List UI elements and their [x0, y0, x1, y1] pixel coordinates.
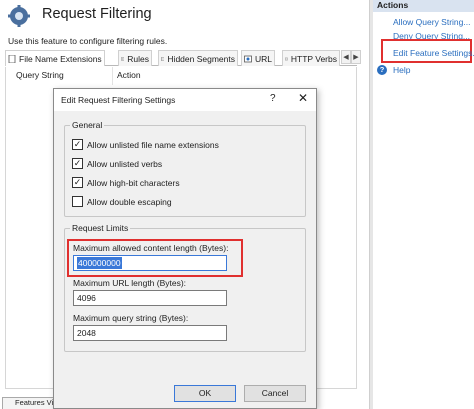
filtering-tabs: File Name Extensions Rules Hidden Segmen… [5, 50, 361, 66]
url-length-input[interactable] [73, 290, 227, 306]
option-label: Allow unlisted file name extensions [87, 139, 219, 150]
help-icon[interactable]: ? [270, 93, 276, 104]
tab-label: HTTP Verbs [290, 53, 337, 64]
cancel-button[interactable]: Cancel [244, 385, 306, 402]
option-allow-double-escaping[interactable]: Allow double escaping [72, 196, 172, 207]
help-link[interactable]: Help [393, 65, 410, 75]
request-limits-heading: Request Limits [70, 223, 131, 233]
tab-url[interactable]: URL [241, 50, 275, 66]
actions-pane: Actions Allow Query String... Deny Query… [373, 0, 474, 409]
tab-scroll-arrows: ◀ ▶ [341, 50, 361, 64]
page-title: Request Filtering [42, 6, 152, 22]
hidden-segments-icon [161, 56, 165, 61]
ok-button[interactable]: OK [174, 385, 236, 402]
features-view-tab[interactable]: Features View [2, 397, 54, 409]
option-allow-high-bit[interactable]: ✓ Allow high-bit characters [72, 177, 180, 188]
tab-http-verbs[interactable]: HTTP Verbs [282, 50, 340, 66]
edit-feature-settings-link[interactable]: Edit Feature Settings... [393, 48, 474, 58]
highlight-box [67, 239, 243, 277]
option-allow-unlisted-extensions[interactable]: ✓ Allow unlisted file name extensions [72, 139, 219, 150]
close-icon[interactable]: ✕ [298, 91, 308, 105]
tab-label: Rules [127, 53, 149, 64]
checkbox[interactable]: ✓ [72, 158, 83, 169]
url-length-label: Maximum URL length (Bytes): [73, 278, 187, 288]
actions-heading: Actions [373, 0, 474, 12]
tab-file-name-extensions[interactable]: File Name Extensions [5, 50, 105, 66]
checkbox[interactable] [72, 196, 83, 207]
request-filtering-icon [8, 5, 30, 27]
column-header-action[interactable]: Action [117, 70, 141, 80]
option-label: Allow high-bit characters [87, 177, 180, 188]
tab-label: Hidden Segments [167, 53, 235, 64]
column-divider[interactable] [112, 67, 113, 85]
query-string-label: Maximum query string (Bytes): [73, 313, 189, 323]
file-icon [8, 54, 16, 63]
column-header-query-string[interactable]: Query String [16, 70, 64, 80]
general-heading: General [70, 120, 105, 130]
scroll-left-icon[interactable]: ◀ [341, 50, 351, 64]
url-icon [244, 55, 252, 62]
tab-label: File Name Extensions [19, 53, 102, 64]
general-group: General ✓ Allow unlisted file name exten… [64, 120, 306, 217]
tab-hidden-segments[interactable]: Hidden Segments [158, 50, 238, 66]
edit-request-filtering-dialog: Edit Request Filtering Settings ? ✕ Gene… [53, 88, 317, 409]
tab-label: URL [254, 53, 272, 64]
query-string-input[interactable] [73, 325, 227, 341]
checkbox[interactable]: ✓ [72, 177, 83, 188]
allow-query-string-link[interactable]: Allow Query String... [393, 17, 470, 27]
option-label: Allow unlisted verbs [87, 158, 163, 169]
scroll-right-icon[interactable]: ▶ [351, 50, 361, 64]
tab-rules[interactable]: Rules [118, 50, 152, 66]
page-description: Use this feature to configure filtering … [8, 36, 168, 46]
option-allow-unlisted-verbs[interactable]: ✓ Allow unlisted verbs [72, 158, 162, 169]
rules-icon [121, 57, 125, 60]
http-verbs-icon [285, 57, 288, 60]
help-icon[interactable]: ? [377, 65, 387, 75]
checkbox[interactable]: ✓ [72, 139, 83, 150]
dialog-titlebar[interactable]: Edit Request Filtering Settings ? ✕ [54, 89, 316, 111]
dialog-title: Edit Request Filtering Settings [61, 95, 176, 105]
option-label: Allow double escaping [87, 196, 172, 207]
